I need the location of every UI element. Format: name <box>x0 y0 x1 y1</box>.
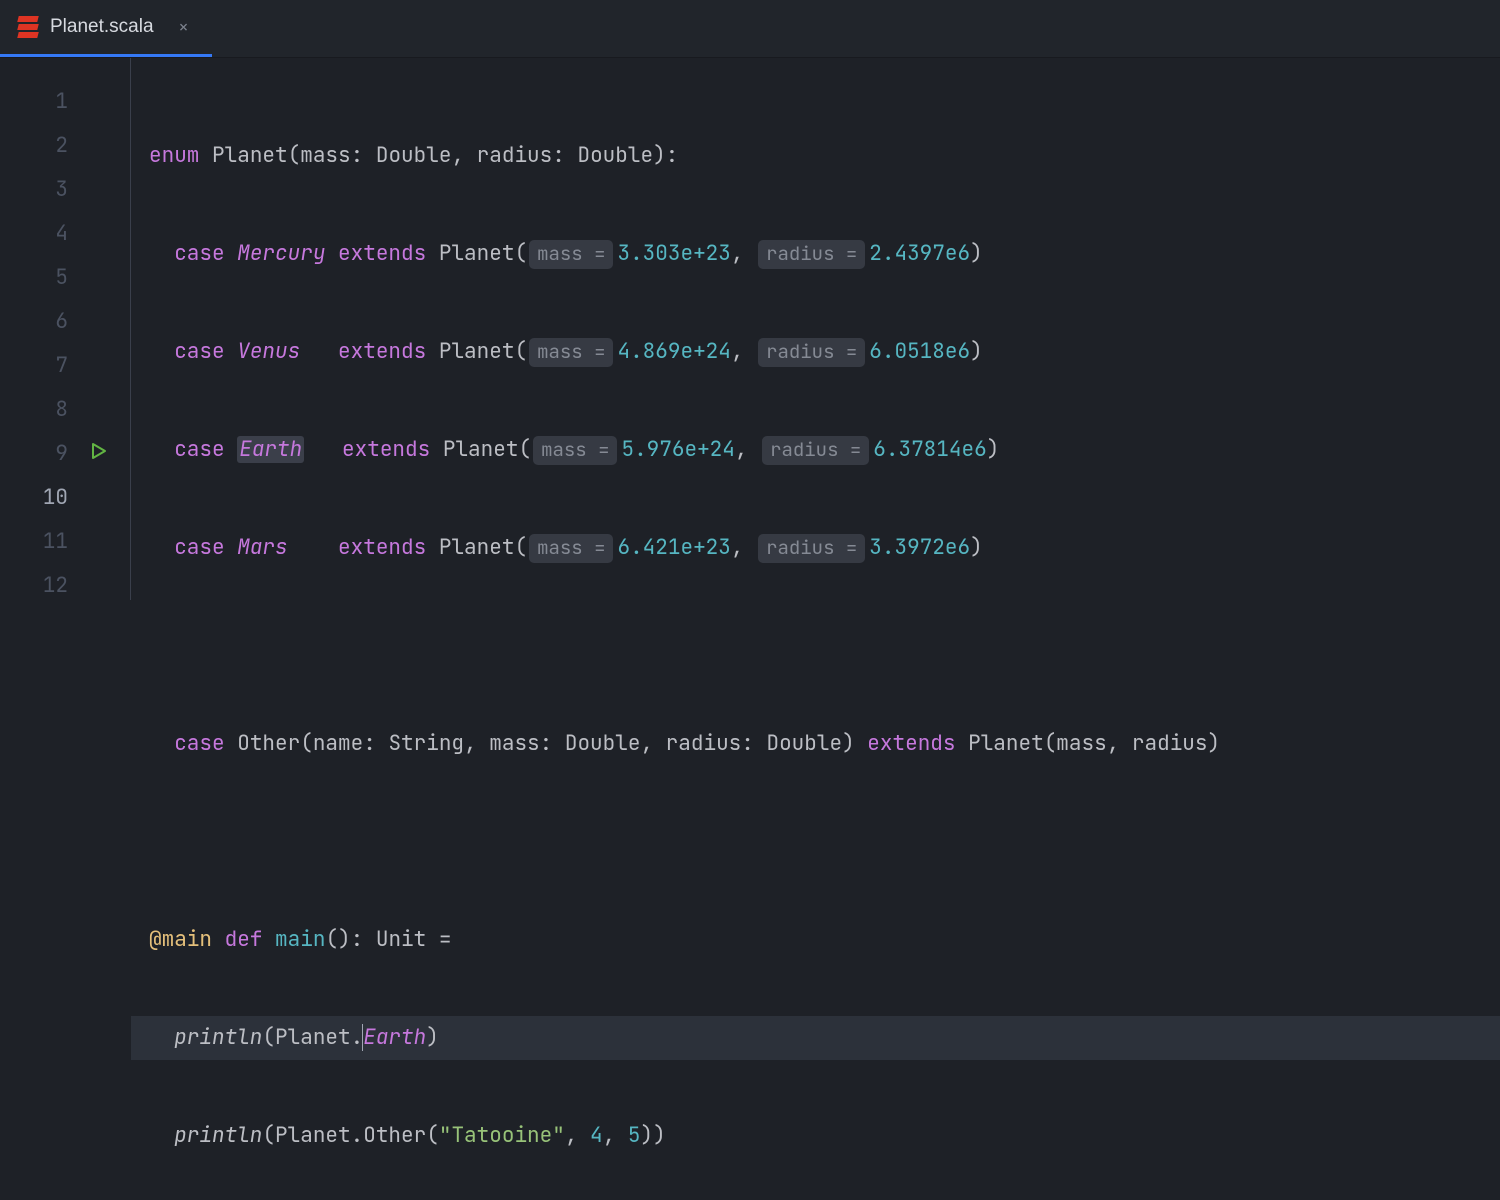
line-number: 9 <box>0 432 130 476</box>
code-line: @main def main(): Unit = <box>131 918 1500 962</box>
gutter: 123456789101112 <box>0 58 130 600</box>
close-icon[interactable]: × <box>174 16 194 39</box>
line-number: 8 <box>0 388 130 432</box>
inlay-hint: radius = <box>762 436 869 465</box>
line-number: 10 <box>0 476 130 520</box>
inlay-hint: radius = <box>758 534 865 563</box>
file-tab[interactable]: Planet.scala × <box>0 0 212 57</box>
code-line: enum Planet(mass: Double, radius: Double… <box>131 134 1500 178</box>
line-number: 11 <box>0 520 130 564</box>
run-icon[interactable] <box>90 432 108 476</box>
line-number: 6 <box>0 300 130 344</box>
tab-bar: Planet.scala × <box>0 0 1500 58</box>
line-number: 1 <box>0 80 130 124</box>
code-line <box>131 820 1500 864</box>
editor: 123456789101112 enum Planet(mass: Double… <box>0 58 1500 600</box>
inlay-hint: radius = <box>758 338 865 367</box>
inlay-hint: radius = <box>758 240 865 269</box>
code-line: case Other(name: String, mass: Double, r… <box>131 722 1500 766</box>
code-line: case Earth extends Planet(mass =5.976e+2… <box>131 428 1500 472</box>
scala-icon <box>18 16 38 38</box>
code-line <box>131 624 1500 668</box>
code-line: case Mars extends Planet(mass =6.421e+23… <box>131 526 1500 570</box>
line-number: 4 <box>0 212 130 256</box>
tab-title: Planet.scala <box>50 16 154 38</box>
code-area[interactable]: enum Planet(mass: Double, radius: Double… <box>130 58 1500 600</box>
line-number: 7 <box>0 344 130 388</box>
inlay-hint: mass = <box>533 436 617 465</box>
code-line: println(Planet.Other("Tatooine", 4, 5)) <box>131 1114 1500 1158</box>
code-line: case Mercury extends Planet(mass =3.303e… <box>131 232 1500 276</box>
code-line: case Venus extends Planet(mass =4.869e+2… <box>131 330 1500 374</box>
code-line-active: println(Planet.Earth) <box>131 1016 1500 1060</box>
inlay-hint: mass = <box>529 240 613 269</box>
line-number: 3 <box>0 168 130 212</box>
inlay-hint: mass = <box>529 534 613 563</box>
line-number: 12 <box>0 564 130 608</box>
line-number: 2 <box>0 124 130 168</box>
line-number: 5 <box>0 256 130 300</box>
inlay-hint: mass = <box>529 338 613 367</box>
